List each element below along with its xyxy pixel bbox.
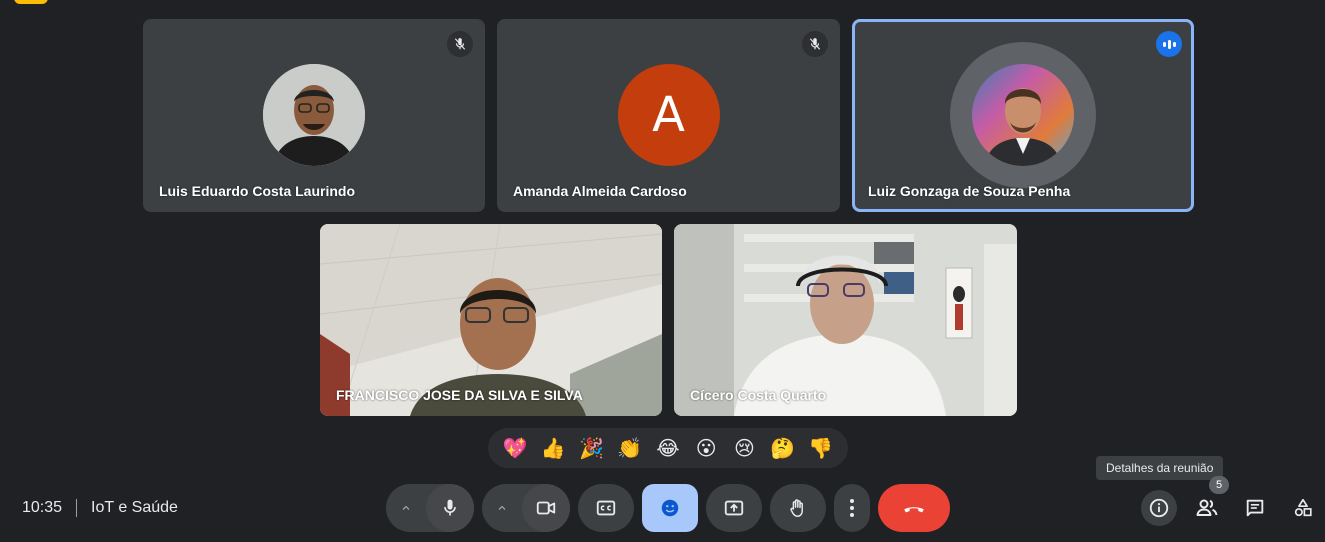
reaction-laughing[interactable]: 😂 bbox=[650, 430, 686, 466]
more-options-button[interactable] bbox=[834, 484, 870, 532]
reaction-surprised[interactable]: 😮 bbox=[688, 430, 724, 466]
reaction-thumbs-up[interactable]: 👍 bbox=[535, 430, 571, 466]
camera-control-group bbox=[482, 484, 570, 532]
microphone-icon bbox=[444, 499, 456, 516]
reaction-party-popper[interactable]: 🎉 bbox=[574, 430, 610, 466]
audio-options-chevron-icon[interactable] bbox=[386, 484, 426, 532]
activities-shapes-icon bbox=[1294, 498, 1312, 517]
present-screen-button[interactable] bbox=[706, 484, 762, 532]
meeting-title: IoT e Saúde bbox=[91, 499, 178, 516]
meeting-details-tooltip: Detalhes da reunião bbox=[1096, 456, 1224, 480]
participant-count-badge: 5 bbox=[1209, 476, 1229, 494]
participant-tile-amanda[interactable]: A Amanda Almeida Cardoso bbox=[497, 19, 840, 212]
meeting-time: 10:35 bbox=[22, 499, 63, 516]
reaction-thinking[interactable]: 🤔 bbox=[765, 430, 801, 466]
info-icon bbox=[1149, 498, 1169, 518]
reaction-sparkling-heart[interactable]: 💖 bbox=[497, 430, 533, 466]
video-options-chevron-icon[interactable] bbox=[482, 484, 522, 532]
chat-icon bbox=[1246, 499, 1264, 517]
hand-icon bbox=[790, 499, 803, 517]
participant-tile-luis[interactable]: Luis Eduardo Costa Laurindo bbox=[143, 19, 485, 212]
participant-name: Luiz Gonzaga de Souza Penha bbox=[868, 183, 1071, 199]
raise-hand-button[interactable] bbox=[770, 484, 826, 532]
meeting-details-button[interactable] bbox=[1141, 490, 1177, 526]
mic-control-group bbox=[386, 484, 474, 532]
meeting-info: 10:35 IoT e Saúde bbox=[22, 498, 178, 518]
people-icon bbox=[1196, 499, 1218, 516]
chat-button[interactable] bbox=[1237, 490, 1273, 526]
people-button[interactable] bbox=[1189, 490, 1225, 526]
participant-tile-francisco[interactable]: FRANCISCO JOSE DA SILVA E SILVA bbox=[320, 224, 662, 416]
reactions-bar: 💖 👍 🎉 👏 😂 😮 😢 🤔 👎 bbox=[488, 428, 848, 468]
reaction-thumbs-down[interactable]: 👎 bbox=[803, 430, 839, 466]
reaction-clapping[interactable]: 👏 bbox=[612, 430, 648, 466]
camera-button[interactable] bbox=[522, 484, 570, 532]
divider bbox=[76, 499, 78, 517]
participant-name: Luis Eduardo Costa Laurindo bbox=[159, 183, 356, 199]
speaking-indicator-icon bbox=[1156, 31, 1182, 57]
avatar bbox=[972, 64, 1074, 166]
participant-tile-luiz[interactable]: Luiz Gonzaga de Souza Penha bbox=[852, 19, 1194, 212]
videocam-icon bbox=[536, 501, 556, 515]
emoji-smile-icon bbox=[661, 499, 679, 517]
present-to-all-icon bbox=[724, 500, 744, 516]
call-end-icon bbox=[904, 507, 924, 513]
microphone-button[interactable] bbox=[426, 484, 474, 532]
more-vert-icon bbox=[850, 499, 854, 517]
participant-tile-cicero[interactable]: Cícero Costa Quarto bbox=[674, 224, 1017, 416]
reaction-crying[interactable]: 😢 bbox=[726, 430, 762, 466]
reactions-button[interactable] bbox=[642, 484, 698, 532]
avatar bbox=[263, 64, 365, 166]
captions-button[interactable] bbox=[578, 484, 634, 532]
mic-off-icon bbox=[802, 31, 828, 57]
end-call-button[interactable] bbox=[878, 484, 950, 532]
avatar-letter: A bbox=[617, 64, 720, 166]
mic-off-icon bbox=[447, 31, 473, 57]
closed-captions-icon bbox=[596, 500, 616, 516]
participant-name: FRANCISCO JOSE DA SILVA E SILVA bbox=[336, 387, 583, 403]
recording-badge bbox=[14, 0, 48, 4]
participant-name: Cícero Costa Quarto bbox=[690, 387, 827, 403]
activities-button[interactable] bbox=[1285, 490, 1321, 526]
participant-name: Amanda Almeida Cardoso bbox=[513, 183, 687, 199]
